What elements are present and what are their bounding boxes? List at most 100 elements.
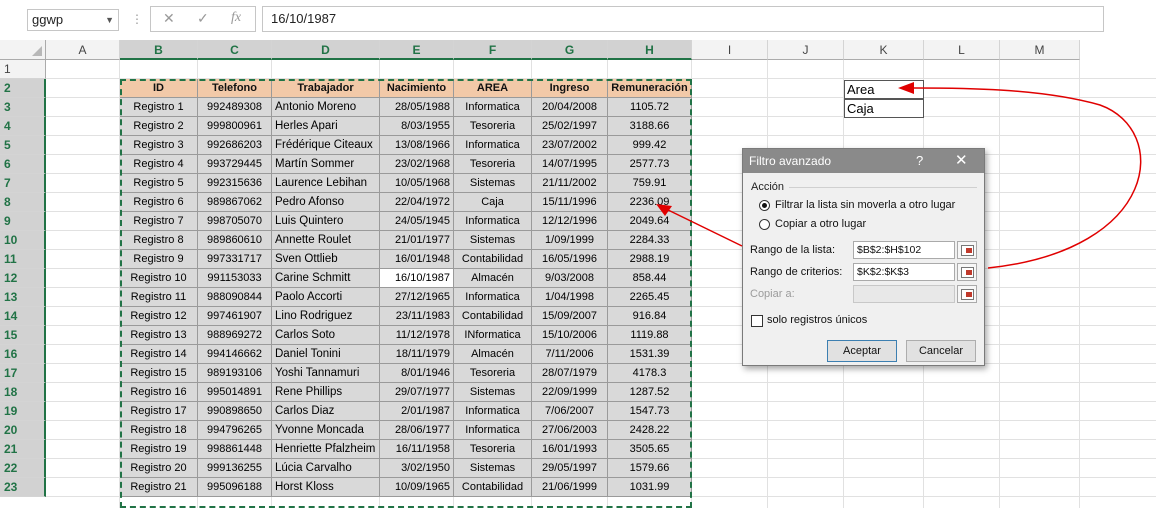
chevron-down-icon[interactable]: ▼	[105, 10, 114, 30]
table-cell[interactable]: 28/06/1977	[380, 421, 454, 440]
help-icon[interactable]: ?	[916, 149, 923, 173]
table-cell[interactable]: Sven Ottlieb	[272, 250, 380, 269]
table-cell[interactable]: Tesoreria	[454, 155, 532, 174]
range-picker-icon[interactable]	[957, 241, 977, 259]
table-cell[interactable]: 1031.99	[608, 478, 692, 497]
table-cell[interactable]: 999136255	[198, 459, 272, 478]
range-picker-icon[interactable]	[957, 263, 977, 281]
table-cell[interactable]: Informatica	[454, 212, 532, 231]
copy-to-location-radio[interactable]	[759, 219, 770, 230]
table-header-cell[interactable]: AREA	[454, 79, 532, 98]
table-cell[interactable]: 992686203	[198, 136, 272, 155]
table-cell[interactable]: 2049.64	[608, 212, 692, 231]
table-cell[interactable]: 20/04/2008	[532, 98, 608, 117]
table-cell[interactable]: 15/09/2007	[532, 307, 608, 326]
table-cell[interactable]: 16/01/1948	[380, 250, 454, 269]
table-cell[interactable]: 8/03/1955	[380, 117, 454, 136]
row-header-14[interactable]: 14	[0, 307, 46, 326]
table-cell[interactable]: 10/09/1965	[380, 478, 454, 497]
dialog-titlebar[interactable]: Filtro avanzado ? ✕	[743, 149, 984, 173]
table-cell[interactable]: Martín Sommer	[272, 155, 380, 174]
table-cell[interactable]: Registro 6	[120, 193, 198, 212]
table-cell[interactable]: Pedro Afonso	[272, 193, 380, 212]
fx-icon[interactable]: fx	[231, 10, 241, 26]
filter-in-place-label[interactable]: Filtrar la lista sin moverla a otro luga…	[775, 199, 955, 211]
table-cell[interactable]: 991153033	[198, 269, 272, 288]
table-cell[interactable]: Caja	[454, 193, 532, 212]
table-cell[interactable]: Tesoreria	[454, 364, 532, 383]
column-header-h[interactable]: H	[608, 40, 692, 60]
row-header-2[interactable]: 2	[0, 79, 46, 98]
table-cell[interactable]: 1287.52	[608, 383, 692, 402]
table-cell[interactable]: 21/11/2002	[532, 174, 608, 193]
unique-records-checkbox[interactable]	[751, 315, 763, 327]
table-cell[interactable]: 14/07/1995	[532, 155, 608, 174]
table-cell[interactable]: Registro 17	[120, 402, 198, 421]
table-header-cell[interactable]: Telefono	[198, 79, 272, 98]
copy-to-location-label[interactable]: Copiar a otro lugar	[775, 218, 866, 230]
table-cell[interactable]: 1/09/1999	[532, 231, 608, 250]
column-header-b[interactable]: B	[120, 40, 198, 60]
column-header-l[interactable]: L	[924, 40, 1000, 60]
table-cell[interactable]: Registro 9	[120, 250, 198, 269]
table-cell[interactable]: 23/11/1983	[380, 307, 454, 326]
table-cell[interactable]: Registro 20	[120, 459, 198, 478]
table-cell[interactable]: 4178.3	[608, 364, 692, 383]
table-cell[interactable]: Registro 7	[120, 212, 198, 231]
table-cell[interactable]: Henriette Pfalzheim	[272, 440, 380, 459]
formula-input[interactable]: 16/10/1987	[262, 6, 1104, 32]
table-cell[interactable]: 1/04/1998	[532, 288, 608, 307]
row-header-12[interactable]: 12	[0, 269, 46, 288]
table-cell[interactable]: 23/02/1968	[380, 155, 454, 174]
row-header-13[interactable]: 13	[0, 288, 46, 307]
table-cell[interactable]: 2236.09	[608, 193, 692, 212]
table-cell[interactable]: Paolo Accorti	[272, 288, 380, 307]
table-cell[interactable]: 27/12/1965	[380, 288, 454, 307]
table-header-cell[interactable]: Ingreso	[532, 79, 608, 98]
table-cell[interactable]: Informatica	[454, 421, 532, 440]
table-cell[interactable]: 1105.72	[608, 98, 692, 117]
table-cell[interactable]: 988090844	[198, 288, 272, 307]
table-cell[interactable]: Frédérique Citeaux	[272, 136, 380, 155]
row-header-19[interactable]: 19	[0, 402, 46, 421]
table-cell[interactable]: 21/06/1999	[532, 478, 608, 497]
table-cell[interactable]: 28/07/1979	[532, 364, 608, 383]
row-header-8[interactable]: 8	[0, 193, 46, 212]
table-cell[interactable]: Tesoreria	[454, 117, 532, 136]
table-cell[interactable]: Registro 12	[120, 307, 198, 326]
column-header-g[interactable]: G	[532, 40, 608, 60]
column-header-f[interactable]: F	[454, 40, 532, 60]
table-header-cell[interactable]: Remuneración	[608, 79, 692, 98]
table-cell[interactable]: 28/05/1988	[380, 98, 454, 117]
row-header-9[interactable]: 9	[0, 212, 46, 231]
table-cell[interactable]: 989860610	[198, 231, 272, 250]
table-cell[interactable]: 994796265	[198, 421, 272, 440]
column-header-a[interactable]: A	[46, 40, 120, 60]
column-header-e[interactable]: E	[380, 40, 454, 60]
table-cell[interactable]: Carlos Soto	[272, 326, 380, 345]
table-cell[interactable]: 759.91	[608, 174, 692, 193]
table-cell[interactable]: 1579.66	[608, 459, 692, 478]
table-cell[interactable]: 7/06/2007	[532, 402, 608, 421]
table-cell[interactable]: 24/05/1945	[380, 212, 454, 231]
row-header-17[interactable]: 17	[0, 364, 46, 383]
table-cell[interactable]: 998705070	[198, 212, 272, 231]
table-cell[interactable]: Almacén	[454, 345, 532, 364]
table-cell[interactable]: 2577.73	[608, 155, 692, 174]
table-cell[interactable]: 10/05/1968	[380, 174, 454, 193]
table-cell[interactable]: 995014891	[198, 383, 272, 402]
table-cell[interactable]: 1531.39	[608, 345, 692, 364]
table-cell[interactable]: 9/03/2008	[532, 269, 608, 288]
table-cell[interactable]: Lino Rodriguez	[272, 307, 380, 326]
table-cell[interactable]: 998861448	[198, 440, 272, 459]
table-cell[interactable]: 29/05/1997	[532, 459, 608, 478]
table-cell[interactable]: 22/09/1999	[532, 383, 608, 402]
table-cell[interactable]: 15/10/2006	[532, 326, 608, 345]
table-header-cell[interactable]: Trabajador	[272, 79, 380, 98]
unique-records-label[interactable]: solo registros únicos	[767, 314, 867, 326]
table-cell[interactable]: Registro 10	[120, 269, 198, 288]
criteria-header-cell[interactable]: Area	[844, 80, 924, 99]
column-header-j[interactable]: J	[768, 40, 844, 60]
cancel-icon[interactable]: ✕	[163, 10, 175, 27]
table-cell[interactable]: Registro 8	[120, 231, 198, 250]
